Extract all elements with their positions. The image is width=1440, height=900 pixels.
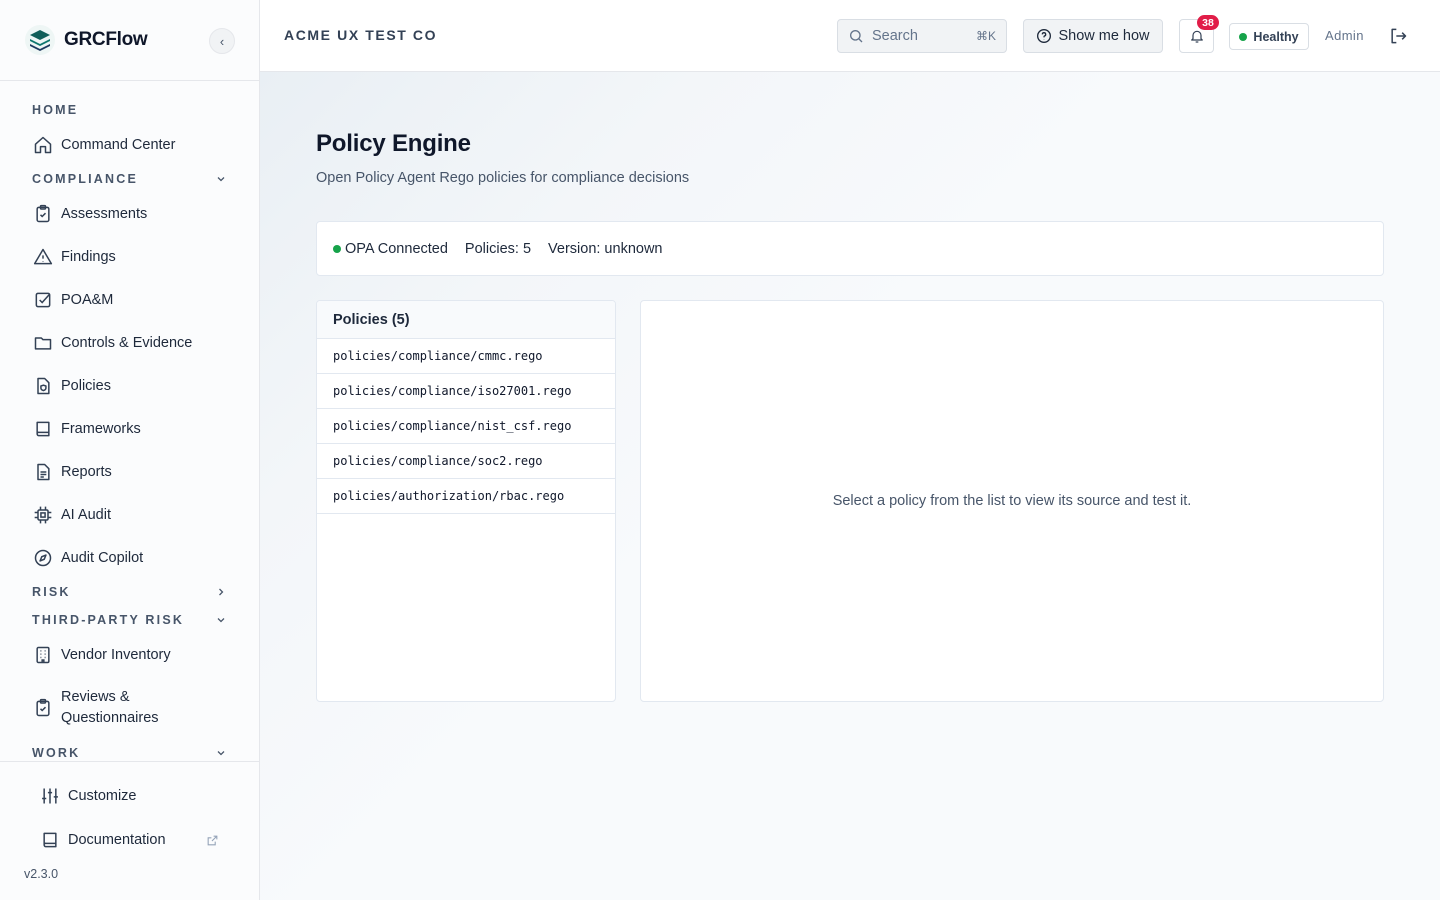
sidebar-item-poam[interactable]: POA&M — [32, 289, 227, 310]
clipboard-check-icon — [32, 203, 53, 224]
policy-list-header: Policies (5) — [317, 301, 615, 339]
sidebar-item-audit-copilot[interactable]: Audit Copilot — [32, 547, 227, 568]
section-risk[interactable]: RISK — [32, 582, 227, 602]
file-text-icon — [32, 461, 53, 482]
page-subtitle: Open Policy Agent Rego policies for comp… — [316, 170, 690, 186]
bell-icon — [1189, 28, 1205, 44]
opa-connection-status: OPA Connected — [333, 241, 448, 257]
policy-list-item[interactable]: policies/compliance/iso27001.rego — [317, 374, 615, 409]
policy-detail-panel: Select a policy from the list to view it… — [640, 300, 1384, 702]
show-me-how-button[interactable]: Show me how — [1023, 19, 1163, 53]
app-name: GRCFlow — [64, 29, 148, 50]
search-input[interactable]: Search ⌘K — [837, 19, 1007, 53]
book-icon — [40, 830, 60, 850]
compass-icon — [32, 547, 53, 568]
sidebar-item-frameworks[interactable]: Frameworks — [32, 418, 227, 439]
clipboard-check-icon — [32, 698, 53, 719]
sidebar-item-reports[interactable]: Reports — [32, 461, 227, 482]
cpu-icon — [32, 504, 53, 525]
sidebar-nav: HOME Command Center COMPLIANCE Assessmen… — [0, 81, 259, 761]
policy-list-item[interactable]: policies/authorization/rbac.rego — [317, 479, 615, 514]
policy-count: Policies: 5 — [464, 240, 532, 257]
chevron-down-icon — [215, 747, 227, 759]
policy-list-panel: Policies (5) policies/compliance/cmmc.re… — [316, 300, 616, 702]
health-status-badge[interactable]: Healthy — [1229, 23, 1309, 50]
building-icon — [32, 644, 53, 665]
policy-list-item[interactable]: policies/compliance/cmmc.rego — [317, 339, 615, 374]
external-link-icon — [206, 834, 219, 847]
chevron-down-icon — [215, 614, 227, 626]
section-home: HOME — [32, 103, 79, 117]
customize-link[interactable]: Customize — [40, 786, 219, 806]
sidebar-item-findings[interactable]: Findings — [32, 246, 227, 267]
sidebar-item-reviews-questionnaires[interactable]: Reviews & Questionnaires — [32, 687, 227, 729]
search-placeholder: Search — [872, 28, 918, 44]
book-icon — [32, 418, 53, 439]
folder-icon — [32, 332, 53, 353]
help-circle-icon — [1036, 28, 1052, 44]
documentation-link[interactable]: Documentation — [40, 830, 219, 850]
user-name[interactable]: Admin — [1325, 28, 1364, 43]
section-compliance[interactable]: COMPLIANCE — [32, 169, 227, 189]
policy-list-item[interactable]: policies/compliance/nist_csf.rego — [317, 409, 615, 444]
section-third-party-risk[interactable]: THIRD-PARTY RISK — [32, 610, 227, 630]
page-title: Policy Engine — [316, 130, 471, 157]
sidebar-item-controls-evidence[interactable]: Controls & Evidence — [32, 332, 227, 353]
sidebar-footer: Customize Documentation v2.3.0 — [0, 761, 259, 900]
chevron-left-icon: ‹ — [219, 33, 225, 49]
opa-status-bar: OPA Connected Policies: 5 Version: unkno… — [316, 221, 1384, 276]
policy-list-item[interactable]: policies/compliance/soc2.rego — [317, 444, 615, 479]
brand: GRCFlow ‹ — [0, 0, 259, 81]
sidebar-item-command-center[interactable]: Command Center — [32, 134, 227, 155]
collapse-sidebar-button[interactable]: ‹ — [209, 28, 235, 54]
logo-icon — [24, 24, 56, 56]
logout-button[interactable] — [1386, 24, 1410, 48]
sidebar-item-vendor-inventory[interactable]: Vendor Inventory — [32, 644, 227, 665]
chevron-down-icon — [215, 173, 227, 185]
notification-count-badge: 38 — [1197, 15, 1219, 30]
search-shortcut: ⌘K — [975, 29, 996, 43]
sidebar-item-policies[interactable]: Policies — [32, 375, 227, 396]
top-header: ACME UX TEST CO Search ⌘K Show me how 38… — [260, 0, 1440, 72]
main-content: Policy Engine Open Policy Agent Rego pol… — [260, 72, 1440, 900]
status-dot — [1239, 32, 1248, 41]
home-icon — [32, 134, 53, 155]
file-shield-icon — [32, 375, 53, 396]
empty-state-message: Select a policy from the list to view it… — [832, 493, 1192, 509]
app-version: v2.3.0 — [24, 867, 59, 881]
search-icon — [848, 28, 864, 44]
logout-icon — [1388, 26, 1408, 46]
checkbox-icon — [32, 289, 53, 310]
opa-version: Version: unknown — [548, 240, 663, 257]
sidebar-item-assessments[interactable]: Assessments — [32, 203, 227, 224]
warning-triangle-icon — [32, 246, 53, 267]
sidebar-item-ai-audit[interactable]: AI Audit — [32, 504, 227, 525]
section-work[interactable]: WORK — [32, 743, 227, 761]
sliders-icon — [40, 786, 60, 806]
org-name: ACME UX TEST CO — [284, 27, 438, 43]
chevron-right-icon — [215, 586, 227, 598]
sidebar: GRCFlow ‹ HOME Command Center COMPLIANCE… — [0, 0, 260, 900]
status-dot — [333, 244, 341, 253]
